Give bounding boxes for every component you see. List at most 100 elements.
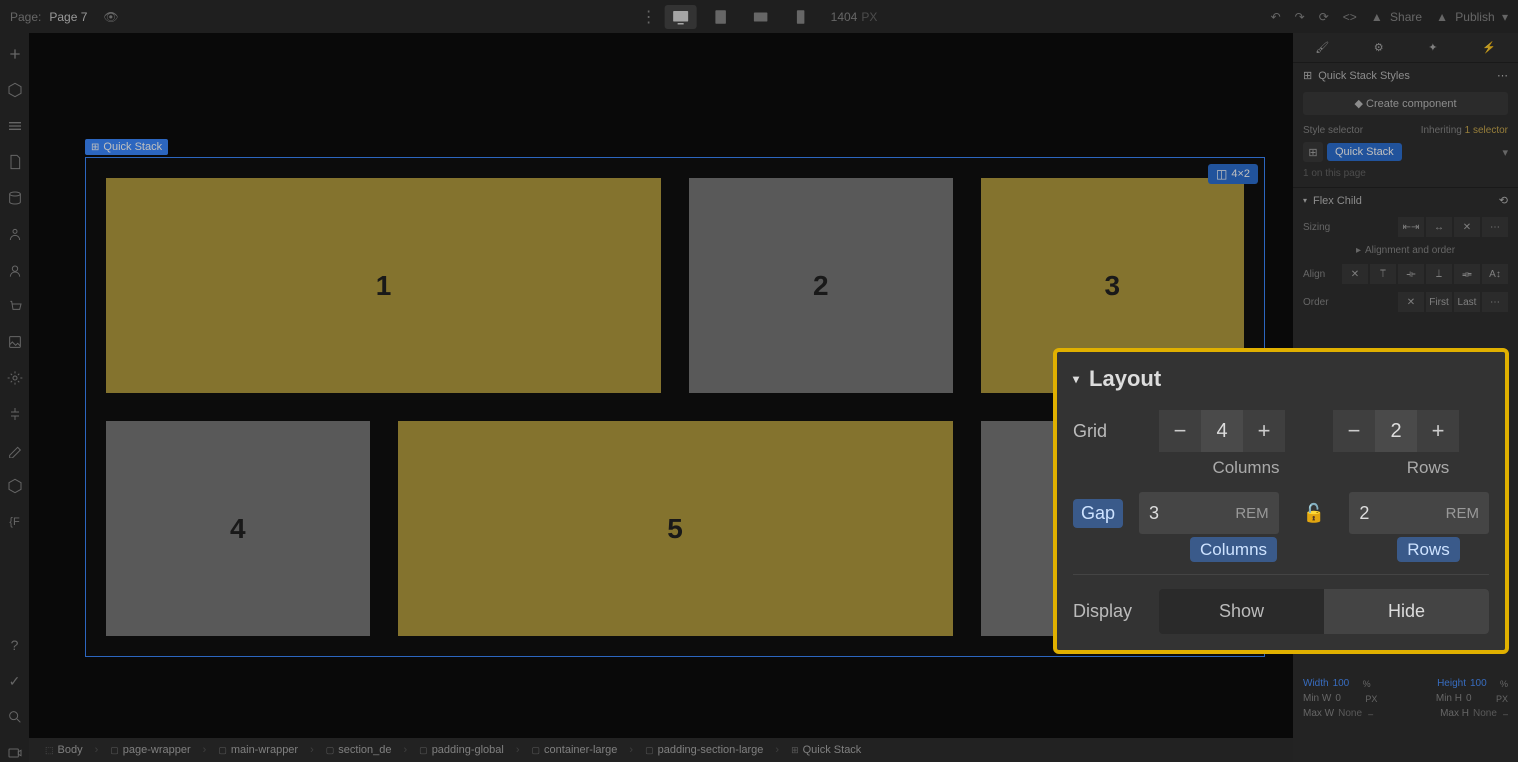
help-icon[interactable]: ? <box>6 636 24 654</box>
rows-value[interactable]: 2 <box>1375 410 1417 452</box>
crumb-main-wrapper[interactable]: main-wrapper <box>210 742 306 758</box>
crumb-padding-global[interactable]: padding-global <box>411 742 512 758</box>
add-element-icon[interactable] <box>6 45 24 63</box>
gap-rows-sublabel[interactable]: Rows <box>1397 537 1460 562</box>
crumb-section-de[interactable]: section_de <box>318 742 400 758</box>
align-start-icon[interactable]: ⟙ <box>1370 264 1396 284</box>
page-label: Page: <box>10 10 41 24</box>
grid-cell-5[interactable]: 5 <box>398 421 953 636</box>
sizing-none-icon[interactable]: ✕ <box>1454 217 1480 237</box>
grid-size-badge[interactable]: 4×2 <box>1208 164 1258 184</box>
display-label: Display <box>1073 601 1143 622</box>
align-stretch-icon[interactable]: ⟚ <box>1454 264 1480 284</box>
ecommerce-icon[interactable] <box>6 261 24 279</box>
minh-input[interactable]: 0 <box>1466 693 1492 704</box>
more-icon[interactable]: ⋯ <box>1497 69 1508 82</box>
canvas-width[interactable]: 1404PX <box>831 10 878 24</box>
share-button[interactable]: ▲ Share <box>1371 10 1422 24</box>
order-more-icon[interactable]: ⋯ <box>1482 292 1508 312</box>
effects-tab-icon[interactable]: ⚡ <box>1474 35 1504 60</box>
sizing-shrink-icon[interactable]: ⇤⇥ <box>1398 217 1424 237</box>
columns-increment-button[interactable]: + <box>1243 410 1285 452</box>
width-input[interactable]: 100 <box>1333 678 1359 689</box>
sync-icon[interactable]: ⟳ <box>1319 10 1329 24</box>
gap-columns-sublabel[interactable]: Columns <box>1190 537 1277 562</box>
crumb-container-large[interactable]: container-large <box>524 742 626 758</box>
create-component-button[interactable]: ◆ Create component <box>1303 92 1508 115</box>
columns-decrement-button[interactable]: − <box>1159 410 1201 452</box>
settings-tab-icon[interactable]: ⚙ <box>1366 35 1392 60</box>
order-none-icon[interactable]: ✕ <box>1398 292 1424 312</box>
apps-icon[interactable] <box>6 477 24 495</box>
columns-value[interactable]: 4 <box>1201 410 1243 452</box>
video-icon[interactable] <box>6 744 24 762</box>
element-label-quickstack[interactable]: Quick Stack <box>85 139 168 155</box>
publish-button[interactable]: ▲ Publish ▾ <box>1436 10 1508 24</box>
cms-icon[interactable] <box>6 189 24 207</box>
align-center-icon[interactable]: ⟛ <box>1398 264 1424 284</box>
search-icon[interactable] <box>6 708 24 726</box>
grid-icon: ⊞ <box>1303 69 1312 82</box>
settings-icon[interactable] <box>6 369 24 387</box>
variables-icon[interactable]: {F <box>6 513 24 531</box>
selector-pill[interactable]: Quick Stack <box>1327 143 1402 161</box>
gap-rows-input[interactable]: 2 REM <box>1349 492 1489 534</box>
assets-icon[interactable] <box>6 333 24 351</box>
gap-label[interactable]: Gap <box>1073 499 1123 528</box>
order-last-button[interactable]: Last <box>1454 292 1480 312</box>
minw-input[interactable]: 0 <box>1335 693 1361 704</box>
crumb-page-wrapper[interactable]: page-wrapper <box>102 742 198 758</box>
rows-increment-button[interactable]: + <box>1417 410 1459 452</box>
sizing-more-icon[interactable]: ⋯ <box>1482 217 1508 237</box>
redo-icon[interactable]: ↷ <box>1295 10 1305 24</box>
preview-eye-icon[interactable]: 👁 <box>103 10 118 24</box>
gap-columns-input[interactable]: 3 REM <box>1139 492 1279 534</box>
sizing-grow-icon[interactable]: ↔ <box>1426 217 1452 237</box>
align-end-icon[interactable]: ⟘ <box>1426 264 1452 284</box>
style-tab-icon[interactable]: 🖌 <box>1307 35 1337 60</box>
collapse-arrow-icon: ▸ <box>1356 245 1361 256</box>
device-desktop-icon[interactable] <box>665 5 697 29</box>
logic-icon[interactable] <box>6 405 24 423</box>
crumb-body[interactable]: Body <box>37 742 91 758</box>
device-tablet-icon[interactable] <box>705 5 737 29</box>
maxh-input[interactable]: None <box>1473 708 1499 719</box>
crumb-quick-stack[interactable]: Quick Stack <box>783 742 869 758</box>
grid-cell-2[interactable]: 2 <box>689 178 953 393</box>
maxw-input[interactable]: None <box>1338 708 1364 719</box>
rows-sublabel: Rows <box>1367 458 1489 478</box>
interactions-tab-icon[interactable]: ✦ <box>1420 35 1445 60</box>
audit-icon[interactable]: ✓ <box>6 672 24 690</box>
reset-icon[interactable]: ⟲ <box>1499 194 1508 207</box>
device-mobile-icon[interactable] <box>785 5 817 29</box>
display-hide-button[interactable]: Hide <box>1324 589 1489 634</box>
undo-icon[interactable]: ↶ <box>1271 10 1281 24</box>
code-icon[interactable]: <> <box>1343 10 1357 24</box>
device-tablet-landscape-icon[interactable] <box>745 5 777 29</box>
navigator-icon[interactable] <box>6 117 24 135</box>
grid-cell-4[interactable]: 4 <box>106 421 370 636</box>
align-none-icon[interactable]: ✕ <box>1342 264 1368 284</box>
gap-lock-icon[interactable]: 🔓 <box>1295 503 1334 524</box>
device-switcher: ⋮ 1404PX <box>641 5 878 29</box>
grid-cell-1[interactable]: 1 <box>106 178 661 393</box>
dropdown-icon[interactable]: ▾ <box>1502 146 1508 159</box>
alignment-order-sub[interactable]: ▸Alignment and order <box>1293 241 1518 260</box>
selector-field[interactable]: ⊞ Quick Stack ▾ <box>1293 142 1518 168</box>
rows-decrement-button[interactable]: − <box>1333 410 1375 452</box>
more-options-icon[interactable]: ⋮ <box>641 7 657 27</box>
align-baseline-icon[interactable]: A↕ <box>1482 264 1508 284</box>
display-show-button[interactable]: Show <box>1159 589 1324 634</box>
pen-icon[interactable] <box>6 441 24 459</box>
3d-box-icon[interactable] <box>6 81 24 99</box>
crumb-padding-section-large[interactable]: padding-section-large <box>637 742 771 758</box>
layout-title[interactable]: ▾Layout <box>1073 366 1489 392</box>
pages-icon[interactable] <box>6 153 24 171</box>
users-icon[interactable] <box>6 225 24 243</box>
cart-icon[interactable] <box>6 297 24 315</box>
collapse-arrow-icon: ▾ <box>1073 372 1079 386</box>
page-selector[interactable]: Page: Page 7 👁 <box>10 10 119 24</box>
height-input[interactable]: 100 <box>1470 678 1496 689</box>
order-first-button[interactable]: First <box>1426 292 1452 312</box>
flex-child-section[interactable]: ▾ Flex Child ⟲ <box>1293 187 1518 213</box>
